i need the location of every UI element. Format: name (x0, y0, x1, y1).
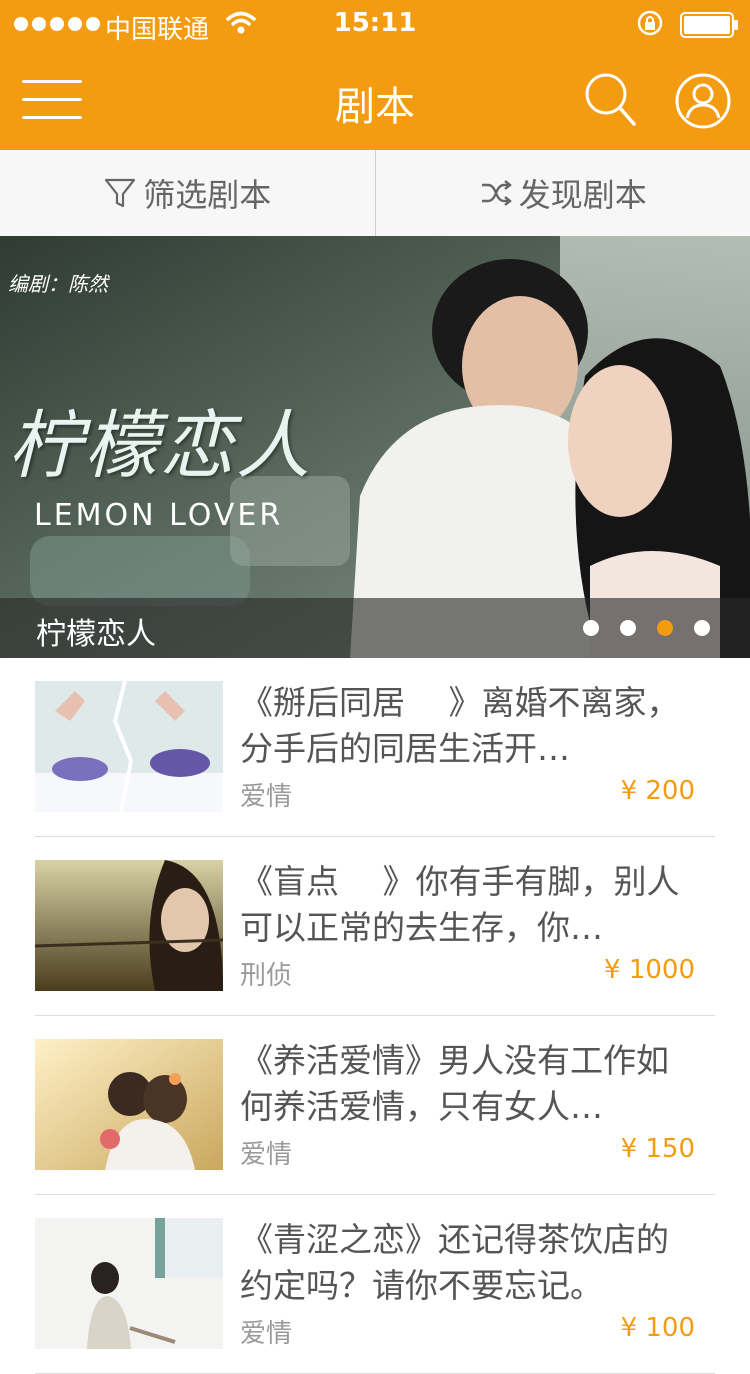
shuffle-icon (479, 176, 513, 210)
status-bar: 中国联通 15:11 (0, 0, 750, 50)
list-item[interactable]: 《青涩之恋》还记得茶饮店的约定吗？请你不要忘记。 爱情 ¥ 100 (35, 1195, 715, 1374)
orientation-lock-icon (636, 9, 664, 37)
list-item[interactable]: 《掰后同居 》离婚不离家，分手后的同居生活开… 爱情 ¥ 200 (35, 658, 715, 837)
discover-scripts-label: 发现剧本 (519, 170, 647, 216)
script-price: ¥ 100 (621, 1313, 695, 1343)
script-price: ¥ 200 (621, 776, 695, 806)
banner-credit: 编剧：陈然 (8, 268, 108, 297)
script-title: 《青涩之恋》还记得茶饮店的约定吗？请你不要忘记。 (240, 1217, 700, 1309)
featured-banner[interactable]: 编剧：陈然 柠檬恋人 LEMON LOVER 柠檬恋人 (0, 236, 750, 658)
script-list: 《掰后同居 》离婚不离家，分手后的同居生活开… 爱情 ¥ 200 《盲点 》你有… (0, 658, 750, 1374)
carousel-dots[interactable] (583, 620, 710, 636)
script-price: ¥ 150 (621, 1134, 695, 1164)
banner-art-subtitle: LEMON LOVER (34, 498, 283, 533)
script-thumbnail (35, 681, 223, 812)
list-item[interactable]: 《盲点 》你有手有脚，别人可以正常的去生存，你… 刑侦 ¥ 1000 (35, 837, 715, 1016)
carousel-dot[interactable] (583, 620, 599, 636)
script-thumbnail (35, 1218, 223, 1349)
script-genre-tag: 爱情 (240, 1313, 292, 1350)
script-thumbnail (35, 860, 223, 991)
script-genre-tag: 刑侦 (240, 955, 292, 992)
app-header: 中国联通 15:11 剧本 (0, 0, 750, 150)
carousel-dot[interactable] (694, 620, 710, 636)
script-thumbnail (35, 1039, 223, 1170)
script-genre-tag: 爱情 (240, 776, 292, 813)
filter-scripts-label: 筛选剧本 (143, 170, 271, 216)
script-title: 《养活爱情》男人没有工作如何养活爱情，只有女人… (240, 1038, 700, 1130)
battery-icon (680, 12, 740, 38)
user-profile-icon[interactable] (674, 72, 732, 130)
filter-scripts-button[interactable]: 筛选剧本 (0, 150, 375, 236)
navigation-bar: 剧本 (0, 50, 750, 150)
carousel-dot[interactable] (620, 620, 636, 636)
list-item[interactable]: 《养活爱情》男人没有工作如何养活爱情，只有女人… 爱情 ¥ 150 (35, 1016, 715, 1195)
banner-caption-bar: 柠檬恋人 (0, 598, 750, 658)
search-icon[interactable] (582, 70, 638, 130)
script-genre-tag: 爱情 (240, 1134, 292, 1171)
discover-scripts-button[interactable]: 发现剧本 (375, 150, 750, 236)
carousel-dot-active[interactable] (657, 620, 673, 636)
banner-art-title: 柠檬恋人 (8, 386, 312, 493)
filter-bar: 筛选剧本 发现剧本 (0, 150, 750, 237)
script-title: 《盲点 》你有手有脚，别人可以正常的去生存，你… (240, 859, 700, 951)
banner-caption: 柠檬恋人 (36, 609, 156, 653)
script-price: ¥ 1000 (604, 955, 695, 985)
filter-funnel-icon (103, 176, 137, 210)
script-title: 《掰后同居 》离婚不离家，分手后的同居生活开… (240, 680, 700, 772)
